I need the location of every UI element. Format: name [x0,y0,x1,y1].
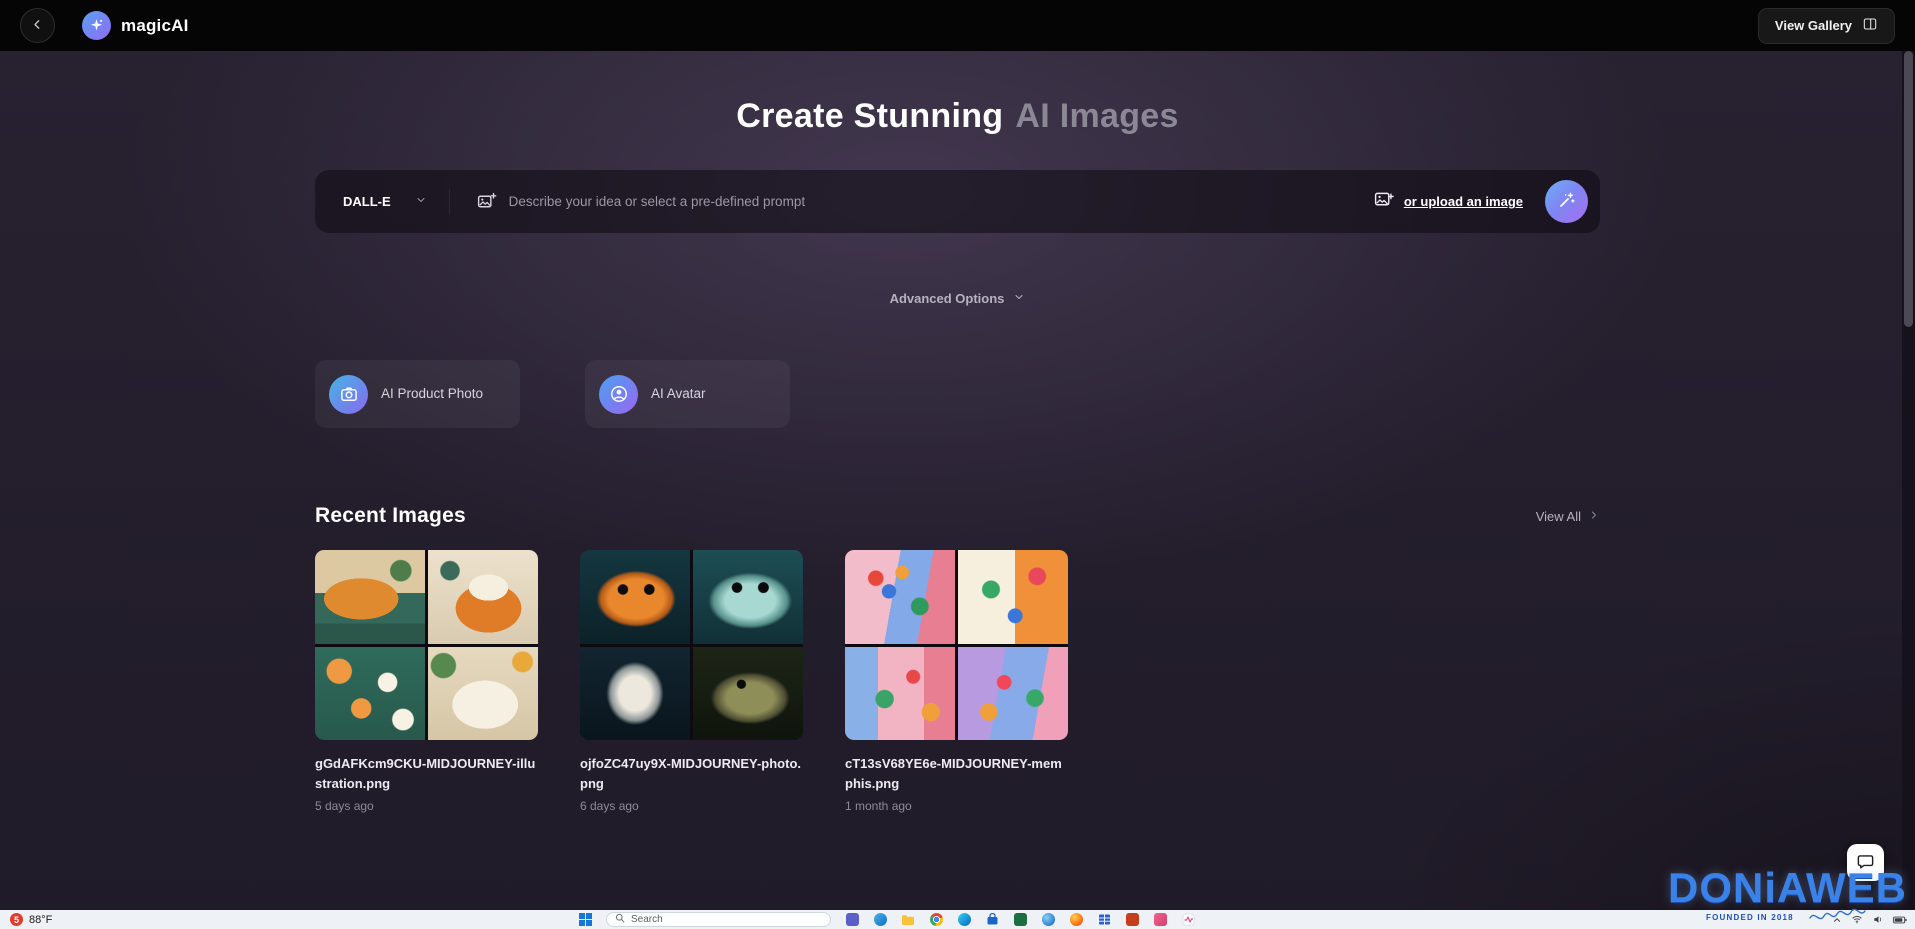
image-age: 1 month ago [845,799,1068,813]
mail-icon[interactable] [1153,913,1167,927]
file-explorer-icon[interactable] [901,913,915,927]
image-thumbnail[interactable] [845,550,1068,740]
brand[interactable]: magicAI [82,11,189,40]
view-gallery-label: View Gallery [1775,18,1852,33]
chat-widget-button[interactable] [1847,844,1884,881]
image-thumbnail[interactable] [580,550,803,740]
chevron-down-icon [1013,291,1025,306]
magicai-logo-icon [82,11,111,40]
top-navbar: magicAI View Gallery [0,0,1915,51]
page-title: Create Stunning AI Images [0,97,1915,136]
recent-image-card[interactable]: cT13sV68YE6e-MIDJOURNEY-memphis.png 1 mo… [845,550,1068,813]
tray-wifi-icon[interactable] [1851,914,1863,925]
gallery-panels-icon [1862,16,1878,35]
generate-button[interactable] [1545,180,1588,223]
thumbnail-tile [958,647,1068,741]
thumbnail-tile [693,550,803,644]
tray-speaker-icon[interactable] [1872,914,1884,925]
chevron-down-icon [415,194,427,209]
powerpoint-icon[interactable] [1125,913,1139,927]
model-select[interactable]: DALL-E [315,170,449,233]
taskbar-center: Search [578,910,1195,929]
tray-battery-icon[interactable] [1893,915,1907,925]
brand-name: magicAI [121,16,189,36]
taskbar-weather-widget[interactable]: 5 88°F [10,910,52,929]
image-filename: ojfoZC47uy9X-MIDJOURNEY-photo.png [580,754,803,793]
chevron-right-icon [1588,509,1600,524]
magic-wand-icon [1557,191,1576,213]
weather-temp: 88°F [29,914,52,926]
thumbnail-tile [428,550,538,644]
recent-image-card[interactable]: ojfoZC47uy9X-MIDJOURNEY-photo.png 6 days… [580,550,803,813]
upload-image-control[interactable]: or upload an image [1373,189,1523,215]
chrome-icon[interactable] [929,913,943,927]
prompt-input[interactable] [509,170,1373,233]
quick-action-label: AI Avatar [651,385,706,403]
view-gallery-button[interactable]: View Gallery [1758,8,1895,44]
upload-image-link[interactable]: or upload an image [1404,194,1523,209]
opera-icon[interactable] [1069,913,1083,927]
search-placeholder: Search [631,914,663,925]
title-primary: Create Stunning [736,97,1003,135]
divider [449,189,450,215]
thumbnail-tile [845,647,955,741]
image-age: 6 days ago [580,799,803,813]
chat-bubble-icon [1856,852,1875,874]
onedrive-icon[interactable] [873,913,887,927]
quick-action-label: AI Product Photo [381,385,483,403]
scrollbar-thumb[interactable] [1904,51,1913,327]
image-upload-icon [1373,189,1394,215]
recent-images-title: Recent Images [315,504,466,528]
quick-actions-row: AI Product Photo AI Avatar [315,360,1600,428]
view-all-label: View All [1536,509,1581,524]
browser-icon[interactable] [1041,913,1055,927]
thumbnail-tile [580,647,690,741]
thumbnail-tile [315,647,425,741]
tray-chevron-up-icon[interactable] [1832,915,1842,925]
main-content: Create Stunning AI Images DALL-E or uploa… [0,51,1915,929]
image-age: 5 days ago [315,799,538,813]
image-add-icon [476,191,497,212]
back-button[interactable] [20,8,55,43]
thumbnail-tile [315,550,425,644]
thumbnail-tile [845,550,955,644]
search-icon [615,913,625,926]
store-icon[interactable] [985,913,999,927]
recent-images-header: Recent Images View All [315,504,1600,528]
thumbnail-tile [580,550,690,644]
user-circle-icon [599,375,638,414]
weather-badge: 5 [10,913,23,926]
windows-start-icon[interactable] [578,913,592,927]
image-filename: gGdAFKcm9CKU-MIDJOURNEY-illustration.png [315,754,538,793]
image-filename: cT13sV68YE6e-MIDJOURNEY-memphis.png [845,754,1068,793]
advanced-options-toggle[interactable]: Advanced Options [890,291,1026,306]
image-thumbnail[interactable] [315,550,538,740]
excel-icon[interactable] [1013,913,1027,927]
windows-taskbar: 5 88°F Search [0,910,1915,929]
thumbnail-tile [958,550,1068,644]
thumbnail-tile [428,647,538,741]
advanced-options-label: Advanced Options [890,291,1005,306]
title-secondary: AI Images [1015,97,1178,135]
edge-icon[interactable] [957,913,971,927]
view-all-link[interactable]: View All [1536,509,1600,524]
prompt-bar: DALL-E or upload an image [315,170,1600,233]
table-icon[interactable] [1097,913,1111,927]
thumbnail-tile [693,647,803,741]
model-select-value: DALL-E [343,194,391,209]
teams-icon[interactable] [845,913,859,927]
ai-avatar-button[interactable]: AI Avatar [585,360,790,428]
taskbar-system-tray [1832,910,1907,929]
chevron-left-icon [30,17,45,35]
taskbar-search[interactable]: Search [606,912,831,927]
scrollbar-track[interactable] [1902,51,1915,910]
recent-images-grid: gGdAFKcm9CKU-MIDJOURNEY-illustration.png… [315,550,1600,813]
ai-product-photo-button[interactable]: AI Product Photo [315,360,520,428]
health-chart-icon[interactable] [1181,913,1195,927]
recent-image-card[interactable]: gGdAFKcm9CKU-MIDJOURNEY-illustration.png… [315,550,538,813]
camera-icon [329,375,368,414]
